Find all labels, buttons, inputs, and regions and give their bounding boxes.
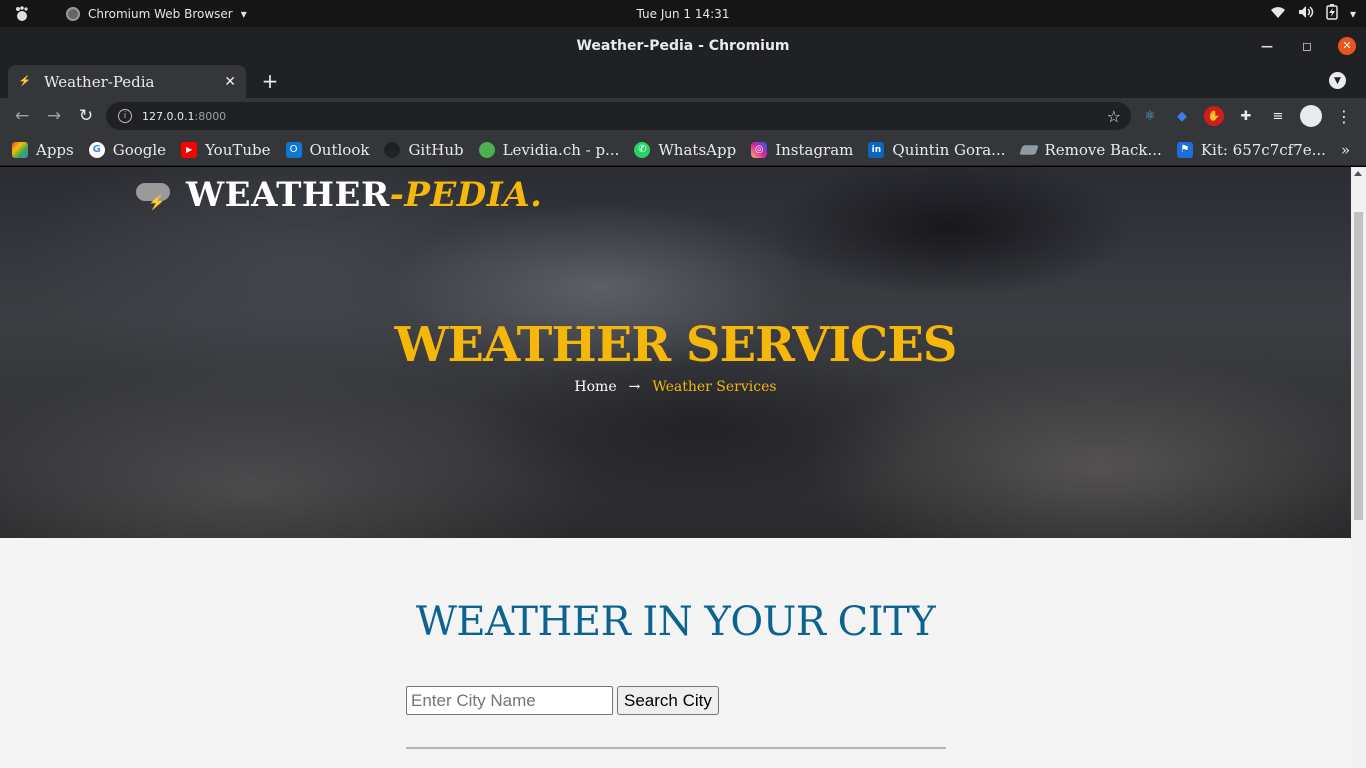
bookmark-instagram[interactable]: ◎ Instagram (751, 141, 853, 159)
page-scrollbar[interactable] (1351, 167, 1366, 768)
site-logo[interactable]: ⚡ WEATHER -PEDIA. (134, 175, 542, 215)
city-search-form: Search City (406, 686, 719, 715)
bookmark-label: Quintin Gora... (892, 140, 1006, 159)
remove-bg-icon (1018, 144, 1039, 155)
logo-main-text: WEATHER (186, 175, 390, 215)
close-tab-icon[interactable]: ✕ (224, 74, 236, 90)
outlook-icon: O (285, 141, 302, 158)
bookmark-apps[interactable]: Apps (12, 141, 74, 159)
levidia-icon (478, 141, 495, 158)
bookmark-label: Google (112, 140, 167, 159)
close-window-icon[interactable]: ✕ (1338, 36, 1356, 55)
breadcrumb-current: Weather Services (652, 379, 777, 395)
react-devtools-icon[interactable]: ⚛ (1140, 106, 1160, 126)
page-viewport: ⚡ WEATHER -PEDIA. WEATHER SERVICES Home → W… (0, 167, 1366, 768)
bookmark-label: Apps (36, 140, 74, 159)
bookmark-google[interactable]: G Google (88, 140, 167, 159)
maximize-icon[interactable]: ◻ (1298, 37, 1316, 55)
os-top-bar: Chromium Web Browser ▾ Tue Jun 1 14:31 ▾ (0, 0, 1366, 27)
window-title: Weather-Pedia - Chromium (576, 37, 790, 54)
tab-search-icon[interactable]: ▼ (1329, 72, 1346, 89)
search-city-button[interactable]: Search City (617, 686, 719, 715)
bookmark-outlook[interactable]: O Outlook (285, 140, 370, 159)
whatsapp-icon: ✆ (634, 141, 651, 158)
instagram-icon: ◎ (751, 141, 768, 158)
chevron-down-icon: ▾ (240, 6, 247, 21)
breadcrumb-home-link[interactable]: Home (574, 379, 616, 395)
bookmark-github[interactable]: GitHub (384, 140, 464, 159)
wifi-icon (1270, 5, 1286, 22)
minimize-icon[interactable]: — (1258, 37, 1276, 55)
browser-toolbar: ← → ↻ i 127.0.0.1:8000 ☆ ⚛ ◆ ✋ ✚ ≡ ⋮ (0, 98, 1366, 134)
chromium-icon (66, 6, 80, 21)
status-area[interactable]: ▾ (1270, 0, 1356, 27)
bookmark-remove-bg[interactable]: Remove Back... (1018, 140, 1162, 159)
bookmark-label: Instagram (775, 140, 854, 159)
youtube-icon: ▶ (181, 141, 198, 158)
bookmark-linkedin[interactable]: in Quintin Gora... (868, 140, 1006, 159)
bookmarks-bar: Apps G Google ▶ YouTube O Outlook GitHub… (0, 134, 1366, 166)
stop-hand-icon[interactable]: ✋ (1204, 106, 1224, 126)
bookmark-label: YouTube (205, 140, 271, 159)
hero-title: WEATHER SERVICES (394, 317, 958, 373)
bookmark-whatsapp[interactable]: ✆ WhatsApp (634, 141, 736, 159)
clock[interactable]: Tue Jun 1 14:31 (637, 7, 730, 21)
tab-weather-pedia[interactable]: ⚡ Weather-Pedia ✕ (8, 65, 246, 98)
bookmark-label: Kit: 657c7cf7e... (1200, 140, 1326, 159)
bookmark-kit[interactable]: ⚑ Kit: 657c7cf7e... (1176, 140, 1326, 159)
back-arrow-icon[interactable]: ← (6, 100, 38, 132)
site-info-icon[interactable]: i (118, 109, 132, 123)
extensions-area: ⚛ ◆ ✋ ✚ ≡ ⋮ (1140, 98, 1354, 134)
scroll-up-arrow-icon[interactable] (1354, 171, 1362, 176)
linkedin-icon: in (868, 141, 885, 158)
breadcrumb: Home → Weather Services (0, 379, 1351, 395)
bookmark-label: Remove Back... (1044, 140, 1162, 159)
activities-button[interactable] (0, 5, 44, 23)
storm-cloud-icon: ⚡ (134, 177, 174, 213)
tab-favicon-icon: ⚡ (18, 76, 32, 87)
profile-avatar-icon[interactable] (1300, 105, 1322, 127)
new-tab-plus-icon[interactable]: + (258, 69, 282, 93)
media-queue-icon[interactable]: ≡ (1268, 106, 1288, 126)
tab-label: Weather-Pedia (44, 72, 155, 91)
battery-icon (1326, 4, 1338, 23)
bookmark-star-icon[interactable]: ☆ (1107, 107, 1121, 126)
city-name-input[interactable] (406, 686, 613, 715)
address-bar[interactable]: i 127.0.0.1:8000 ☆ (106, 102, 1131, 130)
app-menu[interactable]: Chromium Web Browser ▾ (66, 6, 247, 21)
bookmark-label: Levidia.ch - p... (502, 140, 620, 159)
forward-arrow-icon[interactable]: → (38, 100, 70, 132)
app-menu-label: Chromium Web Browser (88, 6, 233, 21)
bookmark-label: GitHub (408, 140, 464, 159)
reload-icon[interactable]: ↻ (70, 100, 102, 132)
tab-strip: ⚡ Weather-Pedia ✕ + ▼ (0, 64, 1366, 98)
scrollbar-thumb[interactable] (1354, 212, 1363, 520)
gnome-foot-icon (16, 5, 28, 21)
puzzle-extensions-icon[interactable]: ✚ (1236, 106, 1256, 126)
divider (406, 747, 946, 749)
url-host: 127.0.0.1 (142, 109, 195, 123)
window-titlebar: Weather-Pedia - Chromium — ◻ ✕ (0, 27, 1366, 64)
breadcrumb-arrow-icon: → (628, 379, 641, 395)
bookmark-youtube[interactable]: ▶ YouTube (181, 140, 271, 159)
bookmark-label: WhatsApp (658, 140, 737, 159)
google-icon: G (88, 141, 105, 158)
bookmark-levidia[interactable]: Levidia.ch - p... (478, 140, 620, 159)
bookmarks-overflow-icon[interactable]: » (1341, 141, 1350, 159)
section-title: WEATHER IN YOUR CITY (415, 599, 936, 645)
hero-banner: ⚡ WEATHER -PEDIA. WEATHER SERVICES Home → W… (0, 167, 1351, 538)
system-menu-chevron-icon: ▾ (1349, 6, 1356, 21)
flag-icon: ⚑ (1176, 141, 1193, 158)
logo-accent-text: -PEDIA. (389, 175, 543, 215)
github-icon (384, 141, 401, 158)
bookmark-label: Outlook (309, 140, 370, 159)
url-port: :8000 (194, 109, 227, 123)
graduation-cap-icon[interactable]: ◆ (1172, 106, 1192, 126)
apps-grid-icon (12, 141, 28, 158)
volume-icon (1298, 5, 1314, 22)
kebab-menu-icon[interactable]: ⋮ (1334, 106, 1354, 126)
